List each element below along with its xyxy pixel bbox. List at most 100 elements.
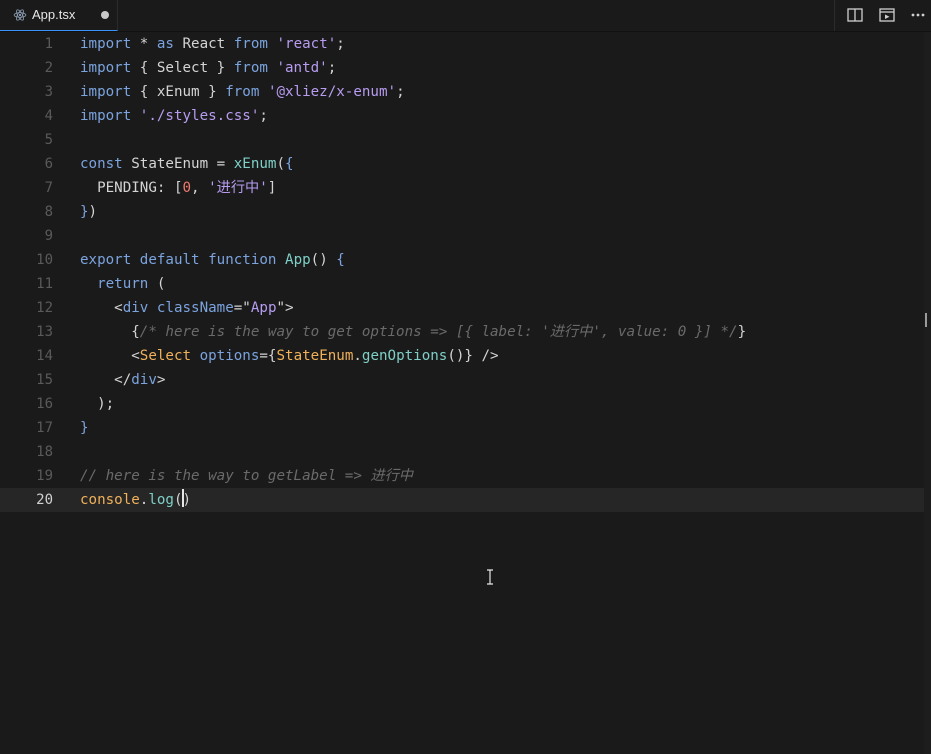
line-number: 16 <box>36 396 53 412</box>
code-token: genOptions <box>361 348 448 364</box>
code-token: from <box>225 84 260 100</box>
code-text: return ( <box>80 272 165 296</box>
line-number: 8 <box>44 204 53 220</box>
code-text: import { Select } from 'antd'; <box>80 56 336 80</box>
code-line[interactable]: 14 <Select options={StateEnum.genOptions… <box>0 344 924 368</box>
code-token: options <box>199 348 260 364</box>
code-token: ; <box>259 108 268 124</box>
code-text: const StateEnum = xEnum({ <box>80 152 294 176</box>
code-text: console.log() <box>80 488 191 512</box>
code-line[interactable]: 20 console.log() <box>0 488 924 512</box>
code-token: { <box>285 156 294 172</box>
code-token: // here is the way to getLabel => 进行中 <box>80 468 413 484</box>
code-token: console <box>80 492 140 508</box>
code-text: }) <box>80 200 97 224</box>
code-token: "> <box>276 300 294 316</box>
code-line[interactable]: 10 export default function App() { <box>0 248 924 272</box>
code-token: App <box>285 252 311 268</box>
code-token: * <box>131 36 157 52</box>
code-token: ( <box>148 276 166 292</box>
line-number: 13 <box>36 324 53 340</box>
code-text: PENDING: [0, '进行中'] <box>80 176 276 200</box>
code-token: } <box>737 324 747 340</box>
code-text: // here is the way to getLabel => 进行中 <box>80 464 413 488</box>
code-token: ) <box>88 204 98 220</box>
code-token: div <box>122 300 149 316</box>
line-number: 12 <box>36 300 53 316</box>
code-token: 'react' <box>276 36 337 52</box>
line-number: 17 <box>36 420 53 436</box>
code-token: React <box>173 36 234 52</box>
line-number: 1 <box>44 36 53 52</box>
code-token: () <box>310 252 337 268</box>
code-token: ) <box>182 492 192 508</box>
line-number: 20 <box>36 492 53 508</box>
code-line[interactable]: 6 const StateEnum = xEnum({ <box>0 152 924 176</box>
vertical-scrollbar[interactable] <box>924 32 931 754</box>
line-number: 11 <box>36 276 53 292</box>
code-token: StateEnum <box>276 348 354 364</box>
code-text: import { xEnum } from '@xliez/x-enum'; <box>80 80 405 104</box>
code-line[interactable]: 16 ); <box>0 392 924 416</box>
scrollbar-marker <box>925 313 931 327</box>
code-line[interactable]: 7 PENDING: [0, '进行中'] <box>0 176 924 200</box>
code-line[interactable]: 8}) <box>0 200 924 224</box>
split-editor-icon[interactable] <box>846 7 864 23</box>
code-token: import <box>80 84 132 100</box>
code-token: default <box>139 252 200 268</box>
code-text: {/* here is the way to get options => [{… <box>80 320 746 344</box>
code-line[interactable]: 1 import * as React from 'react'; <box>0 32 924 56</box>
code-token: { <box>80 324 140 340</box>
line-number: 14 <box>36 348 53 364</box>
code-token: export <box>80 252 132 268</box>
line-number: 15 <box>36 372 53 388</box>
code-token: =" <box>233 300 251 316</box>
code-token: function <box>208 252 277 268</box>
code-token: , <box>191 180 209 196</box>
code-line[interactable]: 3 import { xEnum } from '@xliez/x-enum'; <box>0 80 924 104</box>
code-text: import './styles.css'; <box>80 104 268 128</box>
unsaved-dot-icon[interactable] <box>101 11 109 19</box>
line-number: 3 <box>44 84 53 100</box>
code-text: <div className="App"> <box>80 296 294 320</box>
code-token: as <box>156 36 174 52</box>
code-line[interactable]: 17} <box>0 416 924 440</box>
code-line[interactable]: 9 <box>0 224 924 248</box>
code-token: '进行中' <box>208 180 268 196</box>
line-number: 7 <box>44 180 53 196</box>
code-line[interactable]: 19 // here is the way to getLabel => 进行中 <box>0 464 924 488</box>
code-line[interactable]: 13 {/* here is the way to get options =>… <box>0 320 924 344</box>
open-preview-icon[interactable] <box>878 7 896 23</box>
code-line[interactable]: 11 return ( <box>0 272 924 296</box>
code-token: const <box>80 156 123 172</box>
code-token: } <box>80 204 89 220</box>
line-number: 5 <box>44 132 53 148</box>
code-line[interactable]: 4 import './styles.css'; <box>0 104 924 128</box>
code-line[interactable]: 18 <box>0 440 924 464</box>
tab-app-tsx[interactable]: App.tsx <box>0 0 118 31</box>
code-line[interactable]: 5 <box>0 128 924 152</box>
code-text: <Select options={StateEnum.genOptions()}… <box>80 344 498 368</box>
code-token: ); <box>80 396 115 412</box>
code-token: /* here is the way to get options => [{ … <box>139 324 738 340</box>
line-number: 19 <box>36 468 53 484</box>
code-token: > <box>156 372 166 388</box>
code-token: Select <box>139 348 192 364</box>
code-token: { Select } <box>131 60 234 76</box>
code-line[interactable]: 2 import { Select } from 'antd'; <box>0 56 924 80</box>
code-line[interactable]: 15 </div> <box>0 368 924 392</box>
code-editor[interactable]: 1 import * as React from 'react'; 2 import … <box>0 32 924 754</box>
code-token: className <box>156 300 234 316</box>
code-token: import <box>80 36 132 52</box>
code-line[interactable]: 12 <div className="App"> <box>0 296 924 320</box>
tab-title: App.tsx <box>32 7 76 22</box>
code-token: < <box>80 348 140 364</box>
react-icon <box>13 9 27 21</box>
more-actions-icon[interactable] <box>909 7 927 23</box>
code-token: { <box>336 252 345 268</box>
